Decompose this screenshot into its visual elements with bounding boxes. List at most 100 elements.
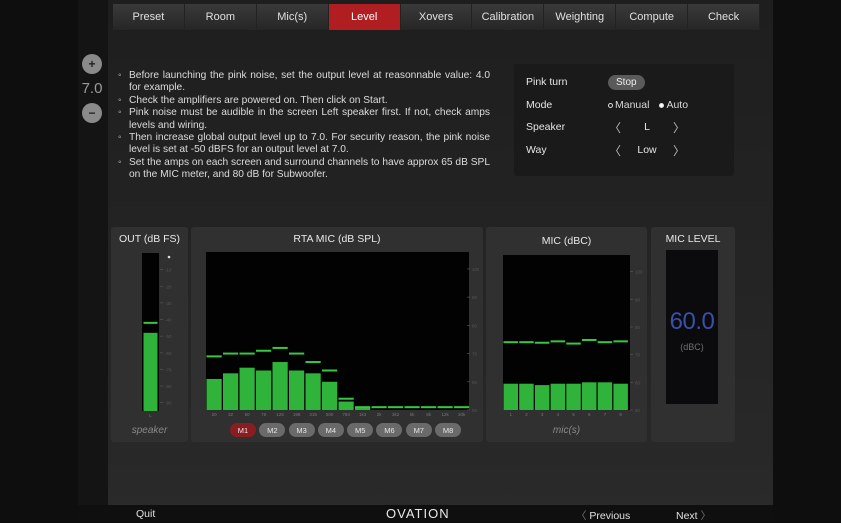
level-bar [566, 383, 581, 410]
mode-auto-radio[interactable]: Auto [659, 99, 688, 111]
mic-button-m7[interactable]: M7 [405, 423, 432, 437]
level-bar [322, 381, 338, 410]
x-tick-label: 794 [342, 412, 350, 417]
tab-calibration[interactable]: Calibration [472, 4, 545, 30]
level-bar [597, 382, 613, 410]
next-label: Next [676, 510, 698, 522]
y-tick-label: 100 [635, 270, 643, 275]
mic-button-m2[interactable]: M2 [259, 423, 286, 437]
peak-marker [597, 341, 613, 344]
out-meter-chart: -10 -20 -30 -40 -50 -60 -70 -80 -90 L [142, 253, 172, 418]
level-bar [256, 370, 272, 410]
next-button[interactable]: Next 〉 [676, 508, 711, 523]
ovation-logo: OVATION [386, 506, 450, 521]
tab-level[interactable]: Level [328, 4, 401, 30]
peak-marker [338, 397, 354, 400]
mic-button-m8[interactable]: M8 [435, 423, 462, 437]
speaker-row: Speaker 〈 L 〉 [526, 119, 686, 135]
mic-level-title: MIC LEVEL [665, 233, 721, 245]
y-tick-label: -20 [165, 284, 172, 289]
mic-level-display: 60.0 (dBC) [666, 250, 718, 404]
rta-meter-panel: RTA MIC (dB SPL) 100 90 80 70 60 50 20 32 50 79 12… [191, 227, 483, 442]
left-margin [0, 0, 78, 522]
speaker-prev-chevron-icon[interactable]: 〈 [608, 119, 622, 136]
tab-weighting[interactable]: Weighting [544, 4, 617, 30]
y-tick-label: -80 [165, 384, 172, 389]
x-tick-label: 50 [245, 412, 251, 417]
x-tick-label: 5 [572, 412, 575, 417]
way-prev-chevron-icon[interactable]: 〈 [608, 142, 622, 159]
x-tick-label: 20k [458, 412, 466, 417]
y-tick-label: 100 [472, 267, 479, 272]
level-bar [338, 401, 354, 410]
x-tick-label: 8 [619, 412, 622, 417]
rta-meter-title: RTA MIC (dB SPL) [293, 233, 381, 245]
level-bar [582, 382, 597, 410]
top-nav: Preset Room Mic(s) Level Xovers Calibrat… [113, 4, 761, 30]
previous-label: Previous [589, 510, 631, 522]
mode-auto-label: Auto [666, 99, 689, 111]
level-up-button[interactable]: + [82, 54, 102, 74]
x-tick-label: 315 [309, 412, 317, 417]
pink-turn-label: Pink turn [526, 76, 568, 88]
instruction-item: Then increase global output level up to … [118, 132, 490, 157]
y-tick-label: -30 [165, 301, 172, 306]
tab-check[interactable]: Check [688, 4, 761, 30]
peak-marker [223, 352, 239, 355]
level-down-button[interactable]: − [82, 103, 102, 123]
level-bar [550, 383, 566, 410]
peak-marker [582, 338, 597, 341]
mode-manual-radio[interactable]: Manual [608, 99, 649, 111]
tab-room[interactable]: Room [184, 4, 257, 30]
level-bar [519, 383, 534, 410]
mic-button-m4[interactable]: M4 [317, 423, 344, 437]
clip-indicator-icon [167, 255, 171, 259]
y-tick-label: -10 [165, 268, 172, 273]
peak-marker [272, 346, 288, 349]
y-tick-label: 80 [635, 325, 641, 330]
peak-marker [206, 355, 222, 358]
speaker-next-chevron-icon[interactable]: 〉 [672, 119, 686, 136]
tab-xovers[interactable]: Xovers [400, 4, 473, 30]
peak-marker [239, 352, 255, 355]
settings-panel: Pink turn Stop Mode Manual Auto Speaker … [514, 64, 734, 176]
x-tick-label: 12k [441, 412, 449, 417]
mic-level-unit: (dBC) [680, 342, 704, 352]
peak-marker [289, 352, 305, 355]
mic-button-m6[interactable]: M6 [376, 423, 403, 437]
peak-marker [388, 406, 404, 409]
stop-button[interactable]: Stop [608, 74, 645, 90]
mic-meter-title: MIC (dBC) [541, 235, 592, 247]
peak-marker [503, 341, 518, 344]
mic-button-m3[interactable]: M3 [288, 423, 315, 437]
tab-mics[interactable]: Mic(s) [256, 4, 329, 30]
x-tick-label: 198 [293, 412, 301, 417]
radio-dot-icon [608, 102, 613, 108]
instructions-list: Before launching the pink noise, set the… [118, 70, 490, 182]
way-next-chevron-icon[interactable]: 〉 [672, 142, 686, 159]
quit-button[interactable]: Quit [136, 508, 155, 520]
y-tick-label: 60 [635, 380, 641, 385]
previous-button[interactable]: 〈 Previous [576, 508, 630, 523]
peak-marker [566, 342, 581, 345]
mic-button-m5[interactable]: M5 [347, 423, 374, 437]
right-margin [773, 0, 841, 522]
out-meter-panel: OUT (dB FS) -10 -20 -30 -40 -50 -60 -70 -80 -90 L… [111, 227, 188, 442]
mic-level-value: 60.0 [669, 308, 715, 335]
x-tick-label: 125 [276, 412, 284, 417]
instruction-item: Before launching the pink noise, set the… [118, 70, 490, 95]
speaker-label: Speaker [526, 121, 566, 133]
tab-preset[interactable]: Preset [113, 4, 185, 30]
app-frame: Preset Room Mic(s) Level Xovers Calibrat… [0, 0, 841, 522]
way-value: Low [637, 144, 657, 156]
y-tick-label: 90 [635, 297, 641, 302]
mic-chart: 100 90 80 70 60 50 1 2 3 4 5 6 7 8 [503, 255, 643, 417]
pink-turn-row: Pink turn Stop [526, 74, 645, 90]
peak-marker [421, 406, 437, 409]
peak-marker [256, 349, 272, 352]
tab-compute[interactable]: Compute [616, 4, 689, 30]
x-tick-label: 8k [426, 412, 432, 417]
mode-label: Mode [526, 99, 553, 111]
x-tick-label: 7 [604, 412, 607, 417]
mic-button-m1[interactable]: M1 [230, 423, 256, 437]
